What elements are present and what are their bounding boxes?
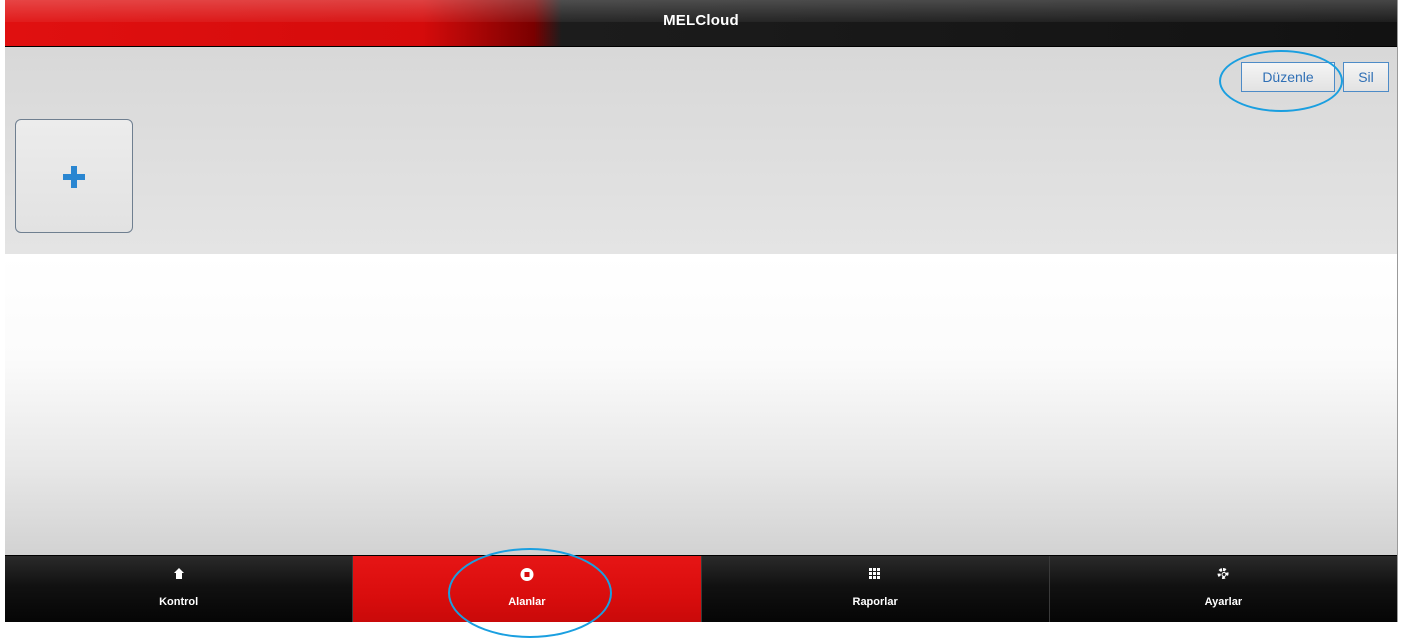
edit-button[interactable]: Düzenle	[1241, 62, 1335, 92]
app-window: MELCloud Düzenle Sil Kontrol Alanlar Rap…	[5, 0, 1398, 622]
empty-content-area	[5, 254, 1397, 555]
tab-raporlar[interactable]: Raporlar	[701, 556, 1050, 622]
tab-kontrol[interactable]: Kontrol	[5, 556, 354, 622]
add-area-button[interactable]	[15, 119, 133, 233]
tab-label: Ayarlar	[1204, 596, 1243, 608]
grid-icon	[869, 568, 882, 580]
bottom-tab-bar: Kontrol Alanlar Raporlar Ayarlar	[5, 555, 1397, 622]
areas-icon	[520, 568, 534, 581]
tab-label: Alanlar	[508, 596, 546, 608]
tab-alanlar[interactable]: Alanlar	[353, 556, 702, 622]
areas-panel: Düzenle Sil	[5, 47, 1397, 254]
tab-label: Kontrol	[159, 596, 199, 608]
home-icon	[173, 568, 185, 580]
main-content: Düzenle Sil	[5, 47, 1397, 555]
plus-icon	[63, 166, 85, 188]
app-header: MELCloud	[5, 0, 1397, 47]
gear-icon	[1217, 568, 1229, 579]
app-title: MELCloud	[663, 12, 739, 29]
delete-button[interactable]: Sil	[1343, 62, 1389, 92]
tab-label: Raporlar	[852, 596, 898, 608]
tab-ayarlar[interactable]: Ayarlar	[1049, 556, 1397, 622]
